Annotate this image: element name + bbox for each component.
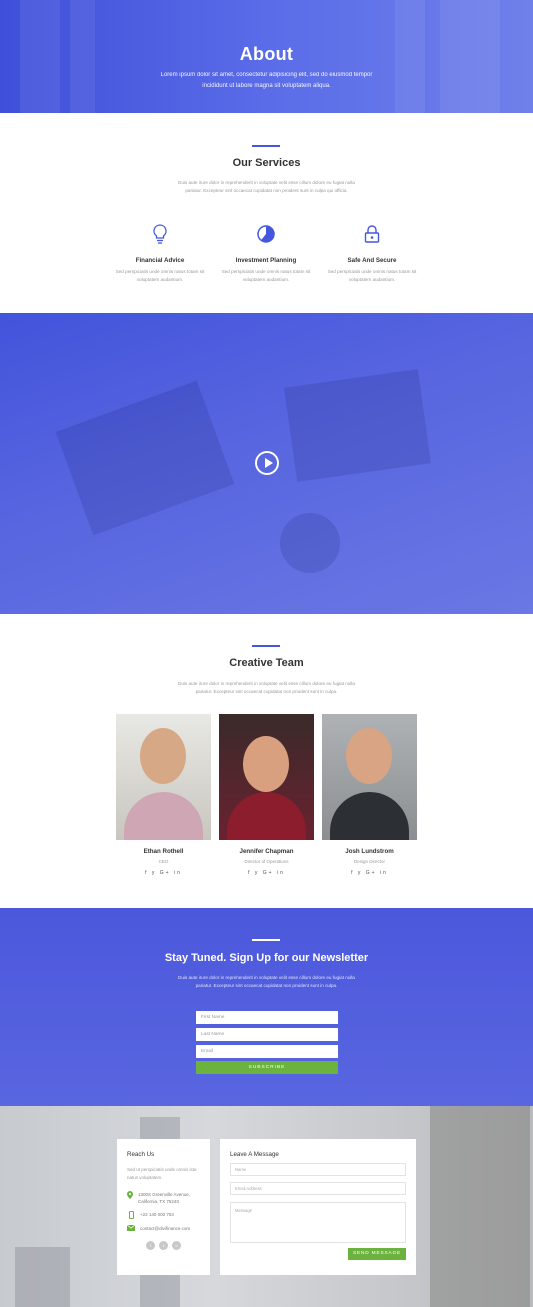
video-background-monitor	[55, 380, 235, 536]
video-background-person	[280, 513, 340, 573]
member-photo	[219, 714, 314, 840]
member-social-links[interactable]: f y G+ in	[116, 870, 211, 876]
email-row: contact@divifinance.com	[127, 1225, 200, 1232]
services-section: Our Services Duis aute irure dolor in re…	[0, 113, 533, 313]
contact-background-building	[15, 1247, 70, 1307]
contact-background-building	[430, 1106, 530, 1307]
name-field[interactable]: Name	[230, 1163, 406, 1176]
location-pin-icon	[127, 1191, 133, 1199]
address-row: 1300S Greenville Avenue, California, TX …	[127, 1191, 200, 1205]
reach-us-card: Reach Us Sed ut perspiciatis unde omnis …	[117, 1139, 210, 1275]
mail-icon	[127, 1225, 135, 1231]
services-description: Duis aute irure dolor in reprehenderit i…	[178, 180, 355, 193]
phone-row: +22 140 000 754	[127, 1211, 200, 1219]
member-photo	[116, 714, 211, 840]
member-social-links[interactable]: f y G+ in	[219, 870, 314, 876]
service-text: Sed perspiciatis unde omnis natus totam …	[327, 269, 417, 282]
instagram-icon[interactable]: o	[172, 1241, 181, 1250]
member-role: Director of Operations	[244, 859, 289, 864]
leave-message-title: Leave A Message	[230, 1151, 279, 1158]
facebook-icon[interactable]: f	[146, 1241, 155, 1250]
member-photo-head	[346, 728, 392, 784]
service-title: Investment Planning	[235, 257, 297, 264]
phone-text: +22 140 000 754	[140, 1212, 174, 1217]
lightbulb-icon	[110, 221, 210, 247]
reach-us-text: Sed ut perspiciatis unde omnis iste natu…	[127, 1167, 197, 1180]
lock-icon	[322, 221, 422, 247]
twitter-icon[interactable]: t	[159, 1241, 168, 1250]
email-field[interactable]: Email	[196, 1045, 338, 1058]
service-item: Financial Advice Sed perspiciatis unde o…	[110, 221, 210, 283]
reach-us-title: Reach Us	[127, 1151, 155, 1158]
service-title: Financial Advice	[135, 257, 185, 264]
first-name-field[interactable]: First Name	[196, 1011, 338, 1024]
email-text[interactable]: contact@divifinance.com	[140, 1225, 190, 1232]
member-name: Josh Lundstrom	[345, 848, 394, 855]
service-text: Sed perspiciatis unde omnis natus totam …	[115, 269, 205, 282]
last-name-field[interactable]: Last Name	[196, 1028, 338, 1041]
email-address-field[interactable]: Email Address	[230, 1182, 406, 1195]
member-name: Jennifer Chapman	[239, 848, 294, 855]
team-member: Ethan Rothell CEO f y G+ in	[116, 714, 211, 876]
phone-icon	[127, 1211, 135, 1219]
hero-section: About Lorem ipsum dolor sit amet, consec…	[0, 0, 533, 113]
service-text: Sed perspiciatis unde omnis natus totam …	[221, 269, 311, 282]
play-video-button[interactable]	[255, 451, 279, 475]
member-photo-body	[227, 792, 306, 840]
newsletter-title: Stay Tuned. Sign Up for our Newsletter	[164, 952, 369, 964]
section-divider	[252, 645, 280, 647]
member-photo-body	[124, 792, 203, 840]
send-message-button[interactable]: SEND MESSAGE	[348, 1248, 406, 1260]
member-photo-head	[140, 728, 186, 784]
page-title: About	[239, 44, 294, 64]
subscribe-button[interactable]: SUBSCRIBE	[196, 1061, 338, 1074]
member-name: Ethan Rothell	[143, 848, 184, 855]
section-divider	[252, 145, 280, 147]
service-item: Safe And Secure Sed perspiciatis unde om…	[322, 221, 422, 283]
member-social-links[interactable]: f y G+ in	[322, 870, 417, 876]
member-photo-body	[330, 792, 409, 840]
member-role: Design Director	[353, 859, 385, 864]
team-title: Creative Team	[229, 657, 304, 669]
newsletter-description: Duis aute irure dolor in reprehenderit i…	[178, 975, 355, 988]
section-divider	[252, 939, 280, 941]
newsletter-section: Stay Tuned. Sign Up for our Newsletter D…	[0, 908, 533, 1106]
team-member: Josh Lundstrom Design Director f y G+ in	[322, 714, 417, 876]
service-item: Investment Planning Sed perspiciatis und…	[216, 221, 316, 283]
service-title: Safe And Secure	[347, 257, 397, 264]
message-textarea[interactable]: Message	[230, 1202, 406, 1243]
member-photo	[322, 714, 417, 840]
video-background-monitor	[284, 369, 431, 482]
address-text: 1300S Greenville Avenue, California, TX …	[138, 1192, 190, 1204]
contact-social-links: f t o	[127, 1241, 200, 1250]
team-section: Creative Team Duis aute irure dolor in r…	[0, 614, 533, 908]
pie-chart-icon	[216, 221, 316, 247]
member-role: CEO	[158, 859, 169, 864]
hero-subtitle: Lorem ipsum dolor sit amet, consectetur …	[160, 72, 373, 89]
member-photo-head	[243, 736, 289, 792]
team-member: Jennifer Chapman Director of Operations …	[219, 714, 314, 876]
team-description: Duis aute irure dolor in reprehenderit i…	[178, 681, 355, 694]
leave-message-card: Leave A Message Name Email Address Messa…	[220, 1139, 416, 1275]
services-title: Our Services	[232, 157, 301, 169]
